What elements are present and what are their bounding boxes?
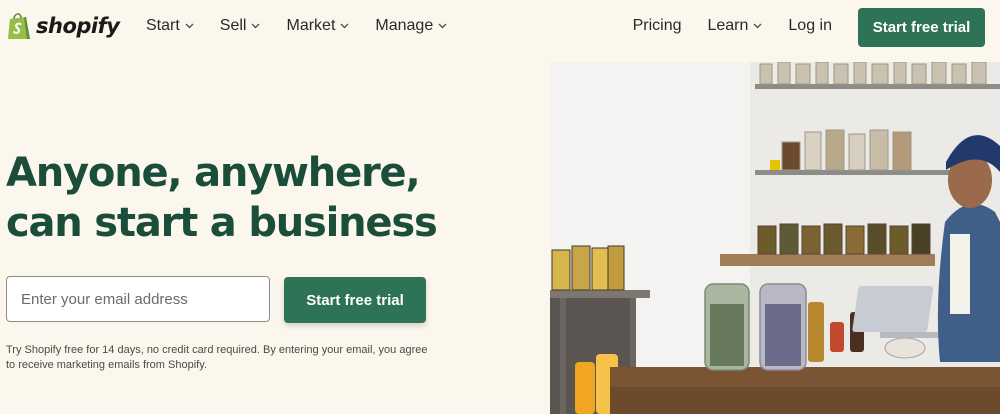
chevron-down-icon [185,23,194,29]
secondary-menu: Pricing Learn Log in [633,17,832,35]
nav-item-label: Log in [788,17,832,34]
email-input[interactable] [6,276,270,322]
hero-photo [550,62,1000,414]
nav-item-start[interactable]: Start [146,17,194,35]
nav-item-login[interactable]: Log in [788,17,832,35]
shopify-logo[interactable]: shopify [6,11,120,41]
nav-item-manage[interactable]: Manage [375,17,447,35]
headline-line-1: Anyone, anywhere, [6,150,421,196]
shop-scene-illustration [550,62,1000,414]
chevron-down-icon [340,23,349,29]
nav-start-free-trial-button[interactable]: Start free trial [858,8,985,47]
shopping-bag-icon [8,13,30,39]
chevron-down-icon [753,23,762,29]
headline-line-2: can start a business [6,200,438,246]
hero-headline: Anyone, anywhere, can start a business [6,148,526,248]
nav-item-label: Manage [375,17,434,34]
nav-item-label: Sell [219,17,247,34]
nav-item-market[interactable]: Market [286,17,349,35]
nav-item-label: Market [286,17,336,34]
nav-item-sell[interactable]: Sell [220,17,261,35]
chevron-down-icon [251,23,260,29]
trial-disclaimer: Try Shopify free for 14 days, no credit … [6,344,428,371]
top-navigation: shopify Start Sell Market Manage Pricing… [0,0,1000,56]
chevron-down-icon [438,23,447,29]
nav-item-label: Learn [707,17,749,34]
nav-item-pricing[interactable]: Pricing [633,17,682,35]
hero-start-free-trial-button[interactable]: Start free trial [284,277,426,323]
primary-menu: Start Sell Market Manage [146,17,447,35]
nav-item-learn[interactable]: Learn [707,17,762,35]
nav-item-label: Pricing [632,17,682,34]
nav-item-label: Start [146,17,180,34]
logo-wordmark: shopify [36,14,120,38]
